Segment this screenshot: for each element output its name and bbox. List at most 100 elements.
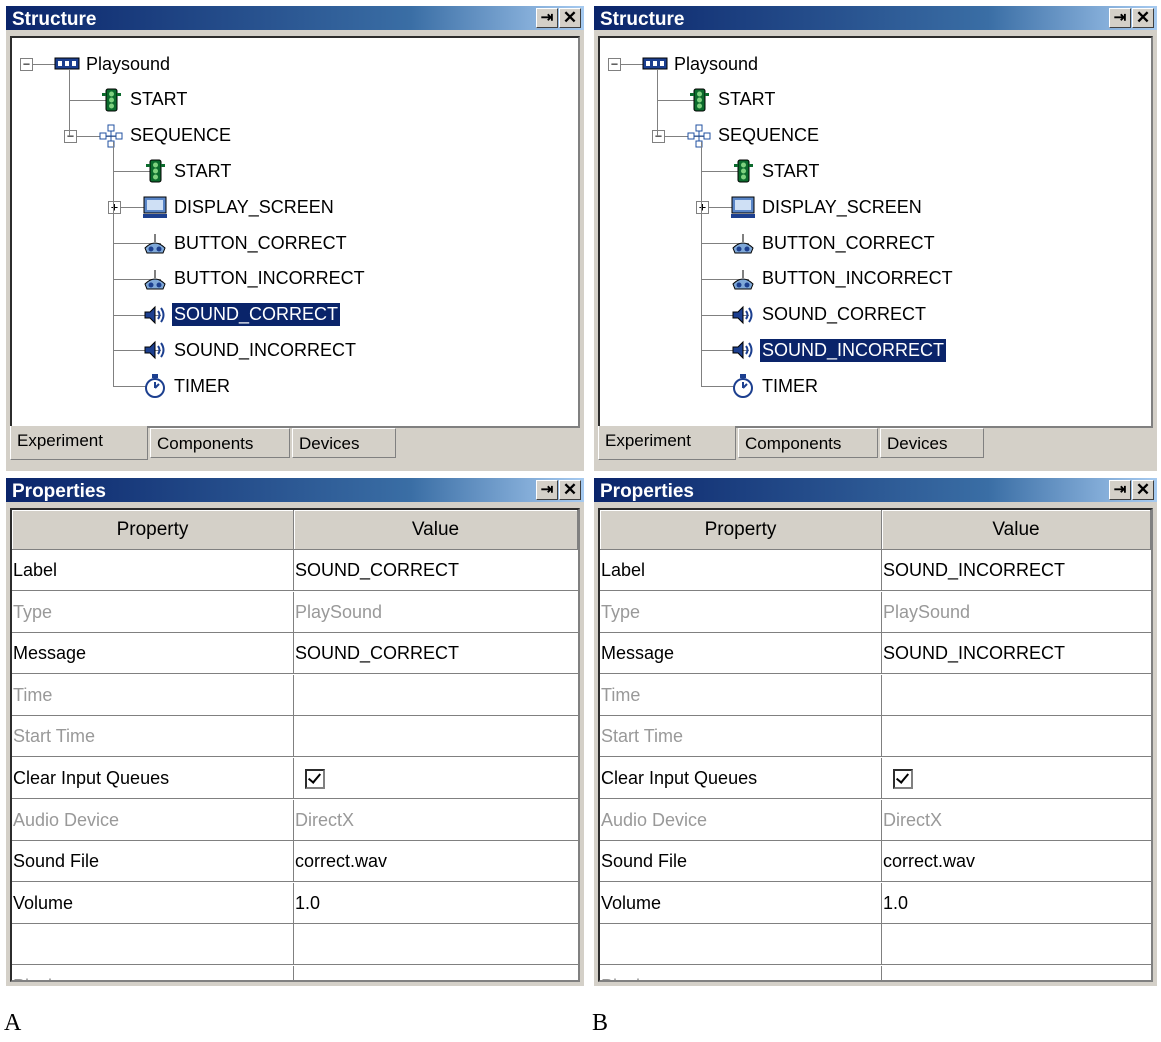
property-row[interactable] bbox=[600, 924, 1151, 966]
tree-node[interactable]: BUTTON_INCORRECT bbox=[142, 264, 367, 294]
tree-node[interactable]: Playsound bbox=[54, 49, 172, 79]
property-value bbox=[882, 675, 1151, 715]
tree-node-label: Playsound bbox=[674, 53, 759, 74]
tree-connector bbox=[69, 70, 70, 136]
property-value[interactable]: SOUND_INCORRECT bbox=[882, 633, 1151, 673]
tree-node-label: START bbox=[718, 89, 776, 110]
property-value[interactable]: SOUND_CORRECT bbox=[294, 550, 578, 590]
property-value bbox=[294, 966, 578, 980]
experiment-tree[interactable]: − Playsound START − SEQUENCE START + DISPLAY_SC… bbox=[598, 36, 1153, 428]
tree-node[interactable]: SOUND_CORRECT bbox=[730, 300, 928, 330]
column-header-property[interactable]: Property bbox=[12, 510, 294, 550]
property-row[interactable]: Sound File correct.wav bbox=[600, 841, 1151, 883]
property-value[interactable] bbox=[882, 758, 1151, 798]
property-row[interactable]: Message SOUND_CORRECT bbox=[12, 633, 578, 675]
tree-node-label: SOUND_CORRECT bbox=[170, 302, 342, 328]
collapse-icon[interactable]: − bbox=[64, 129, 77, 143]
checkbox-checked[interactable] bbox=[305, 769, 325, 790]
tree-node[interactable]: SOUND_INCORRECT bbox=[142, 335, 358, 365]
property-grid: Property Value Label SOUND_CORRECT Type PlayS… bbox=[10, 508, 580, 982]
property-value[interactable]: 1.0 bbox=[294, 883, 578, 923]
tab-experiment[interactable]: Experiment bbox=[598, 426, 736, 460]
experiment-tree[interactable]: − Playsound START − SEQUENCE START + DISPLAY_SC… bbox=[10, 36, 580, 428]
property-row[interactable]: Type PlaySound bbox=[600, 591, 1151, 633]
property-value[interactable]: 1.0 bbox=[882, 883, 1151, 923]
column-header-property[interactable]: Property bbox=[600, 510, 882, 550]
panel-title: Properties bbox=[12, 481, 106, 502]
property-row[interactable]: Audio Device DirectX bbox=[12, 799, 578, 841]
tree-node[interactable]: BUTTON_INCORRECT bbox=[730, 264, 955, 294]
property-value[interactable] bbox=[882, 924, 1151, 964]
tab-devices[interactable]: Devices bbox=[292, 428, 396, 458]
property-row[interactable]: Playing bbox=[600, 966, 1151, 980]
tree-node[interactable]: SOUND_CORRECT bbox=[142, 300, 342, 330]
column-header-value[interactable]: Value bbox=[882, 510, 1151, 550]
property-row[interactable]: Volume 1.0 bbox=[600, 882, 1151, 924]
stopwatch-icon bbox=[730, 373, 756, 399]
tree-node[interactable]: START bbox=[730, 156, 821, 186]
pin-icon[interactable]: ⇥ bbox=[536, 8, 558, 28]
property-row[interactable]: Start Time bbox=[12, 716, 578, 758]
tree-node[interactable]: START bbox=[98, 85, 189, 115]
property-row[interactable]: Type PlaySound bbox=[12, 591, 578, 633]
close-icon[interactable]: ✕ bbox=[559, 480, 581, 500]
tree-node[interactable]: BUTTON_CORRECT bbox=[730, 228, 937, 258]
speaker-icon bbox=[730, 337, 756, 363]
property-row[interactable]: Label SOUND_INCORRECT bbox=[600, 550, 1151, 591]
tree-node[interactable]: Playsound bbox=[642, 49, 760, 79]
property-row[interactable]: Playing bbox=[12, 966, 578, 980]
property-value[interactable]: correct.wav bbox=[882, 841, 1151, 881]
tab-experiment[interactable]: Experiment bbox=[10, 426, 148, 460]
property-value[interactable]: SOUND_CORRECT bbox=[294, 633, 578, 673]
tab-components[interactable]: Components bbox=[738, 428, 878, 458]
property-value[interactable]: SOUND_INCORRECT bbox=[882, 550, 1151, 590]
property-row[interactable]: Time bbox=[12, 674, 578, 716]
expand-icon[interactable]: + bbox=[108, 201, 121, 215]
tree-node[interactable]: TIMER bbox=[142, 371, 232, 401]
sequence-icon bbox=[686, 123, 712, 149]
property-value[interactable] bbox=[294, 924, 578, 964]
property-row[interactable]: Start Time bbox=[600, 716, 1151, 758]
property-row[interactable]: Sound File correct.wav bbox=[12, 841, 578, 883]
property-row[interactable]: Time bbox=[600, 674, 1151, 716]
collapse-icon[interactable]: − bbox=[20, 58, 33, 71]
property-row[interactable]: Volume 1.0 bbox=[12, 882, 578, 924]
collapse-icon[interactable]: − bbox=[608, 58, 621, 71]
tree-node[interactable]: SEQUENCE bbox=[686, 121, 821, 151]
tree-node[interactable]: SOUND_INCORRECT bbox=[730, 335, 948, 365]
property-value[interactable]: correct.wav bbox=[294, 841, 578, 881]
property-name: Volume bbox=[12, 882, 294, 923]
traffic-light-icon bbox=[98, 87, 124, 113]
tree-node[interactable]: TIMER bbox=[730, 371, 820, 401]
collapse-icon[interactable]: − bbox=[652, 129, 665, 143]
property-row[interactable]: Clear Input Queues bbox=[600, 758, 1151, 799]
tree-node-label: SEQUENCE bbox=[130, 125, 232, 146]
close-icon[interactable]: ✕ bbox=[559, 8, 581, 28]
property-row[interactable] bbox=[12, 924, 578, 966]
pin-icon[interactable]: ⇥ bbox=[1109, 8, 1131, 28]
property-row[interactable]: Message SOUND_INCORRECT bbox=[600, 633, 1151, 675]
property-row[interactable]: Audio Device DirectX bbox=[600, 799, 1151, 841]
property-name: Start Time bbox=[600, 716, 882, 757]
tree-node[interactable]: BUTTON_CORRECT bbox=[142, 228, 349, 258]
tab-devices[interactable]: Devices bbox=[880, 428, 984, 458]
property-value[interactable] bbox=[294, 758, 578, 798]
tab-components[interactable]: Components bbox=[150, 428, 290, 458]
tree-node[interactable]: START bbox=[686, 85, 777, 115]
property-row[interactable]: Label SOUND_CORRECT bbox=[12, 550, 578, 591]
tree-node[interactable]: START bbox=[142, 156, 233, 186]
column-header-value[interactable]: Value bbox=[294, 510, 578, 550]
property-name: Time bbox=[600, 674, 882, 715]
checkbox-checked[interactable] bbox=[893, 769, 913, 790]
property-row[interactable]: Clear Input Queues bbox=[12, 758, 578, 799]
tree-node[interactable]: SEQUENCE bbox=[98, 121, 233, 151]
close-icon[interactable]: ✕ bbox=[1132, 480, 1154, 500]
network-node-icon bbox=[642, 51, 668, 77]
tree-node[interactable]: DISPLAY_SCREEN bbox=[142, 192, 336, 222]
pin-icon[interactable]: ⇥ bbox=[1109, 480, 1131, 500]
pin-icon[interactable]: ⇥ bbox=[536, 480, 558, 500]
tree-node[interactable]: DISPLAY_SCREEN bbox=[730, 192, 924, 222]
expand-icon[interactable]: + bbox=[696, 201, 709, 215]
tree-node-label: BUTTON_CORRECT bbox=[762, 232, 935, 253]
close-icon[interactable]: ✕ bbox=[1132, 8, 1154, 28]
